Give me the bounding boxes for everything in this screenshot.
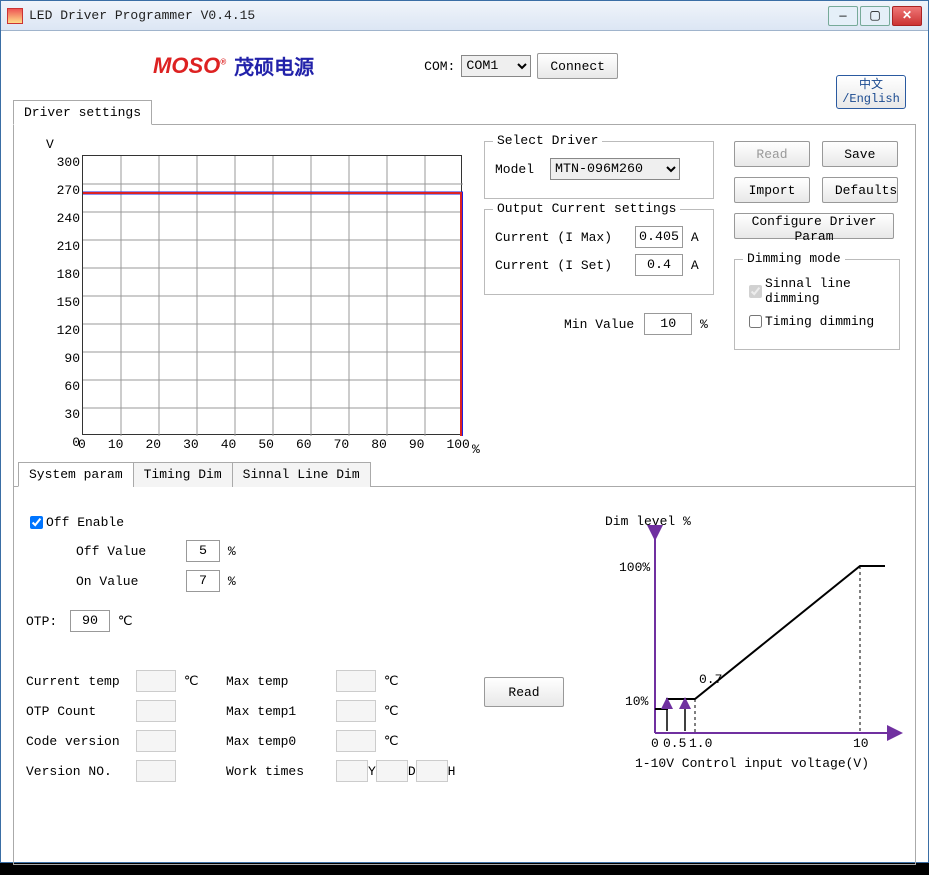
timing-dimming-checkbox[interactable] — [749, 315, 762, 328]
com-select[interactable]: COM1 — [461, 55, 531, 77]
signal-dimming-checkbox[interactable] — [749, 285, 762, 298]
imax-input[interactable] — [635, 226, 683, 248]
model-select[interactable]: MTN-096M260 — [550, 158, 680, 180]
chart-xlabel: % — [472, 442, 480, 457]
defaults-button[interactable]: Defaults — [822, 177, 898, 203]
app-icon — [7, 8, 23, 24]
dimming-mode-group: Dimming mode Sinnal line dimming Timing … — [734, 259, 900, 350]
maximize-button[interactable]: ▢ — [860, 6, 890, 26]
read-button[interactable]: Read — [734, 141, 810, 167]
close-button[interactable]: ✕ — [892, 6, 922, 26]
import-button[interactable]: Import — [734, 177, 810, 203]
connect-button[interactable]: Connect — [537, 53, 618, 79]
com-label: COM: — [424, 59, 455, 74]
select-driver-group: Select Driver Model MTN-096M260 — [484, 141, 714, 199]
svg-text:10: 10 — [853, 736, 869, 751]
sub-tabs: System param Timing Dim Sinnal Line Dim … — [14, 461, 915, 833]
svg-text:100%: 100% — [619, 560, 650, 575]
svg-text:0.7: 0.7 — [699, 672, 722, 687]
min-value-input[interactable] — [644, 313, 692, 335]
tab-system-param[interactable]: System param — [18, 462, 134, 487]
svg-text:Dim level %: Dim level % — [605, 514, 691, 529]
current-temp-field — [136, 670, 176, 692]
svg-text:0.5: 0.5 — [663, 736, 686, 751]
app-window: LED Driver Programmer V0.4.15 — ▢ ✕ MOSO… — [0, 0, 929, 863]
output-current-group: Output Current settings Current (I Max) … — [484, 209, 714, 295]
configure-button[interactable]: Configure Driver Param — [734, 213, 894, 239]
language-button[interactable]: 中文/English — [836, 75, 906, 109]
dim-level-chart: 100% 10% 0 0.5 1.0 10 0.7 Dim level % 1-… — [605, 513, 905, 773]
window-title: LED Driver Programmer V0.4.15 — [29, 8, 826, 23]
version-no-field — [136, 760, 176, 782]
save-button[interactable]: Save — [822, 141, 898, 167]
svg-text:0: 0 — [651, 736, 659, 751]
off-value-input[interactable] — [186, 540, 220, 562]
minimize-button[interactable]: — — [828, 6, 858, 26]
svg-text:10%: 10% — [625, 694, 649, 709]
main-tabs: Driver settings V % — [13, 99, 916, 865]
max-temp0-field — [336, 730, 376, 752]
on-value-input[interactable] — [186, 570, 220, 592]
brand-logo: MOSO® — [153, 53, 226, 79]
svg-text:1.0: 1.0 — [689, 736, 712, 751]
off-enable-checkbox[interactable] — [30, 516, 43, 529]
chart-svg — [83, 156, 463, 436]
tab-timing-dim[interactable]: Timing Dim — [133, 462, 233, 487]
iset-input[interactable] — [635, 254, 683, 276]
svg-text:1-10V Control input voltage(V): 1-10V Control input voltage(V) — [635, 756, 869, 771]
titlebar: LED Driver Programmer V0.4.15 — ▢ ✕ — [1, 1, 928, 31]
sp-read-button[interactable]: Read — [484, 677, 564, 707]
top-toolbar: MOSO® 茂硕电源 COM: COM1 Connect — [13, 41, 916, 91]
vi-chart: V % — [28, 137, 468, 457]
tab-signal-line-dim[interactable]: Sinnal Line Dim — [232, 462, 371, 487]
otp-count-field — [136, 700, 176, 722]
code-version-field — [136, 730, 176, 752]
max-temp1-field — [336, 700, 376, 722]
brand-chinese: 茂硕电源 — [234, 51, 314, 81]
otp-input[interactable] — [70, 610, 110, 632]
max-temp-field — [336, 670, 376, 692]
tab-driver-settings[interactable]: Driver settings — [13, 100, 152, 125]
